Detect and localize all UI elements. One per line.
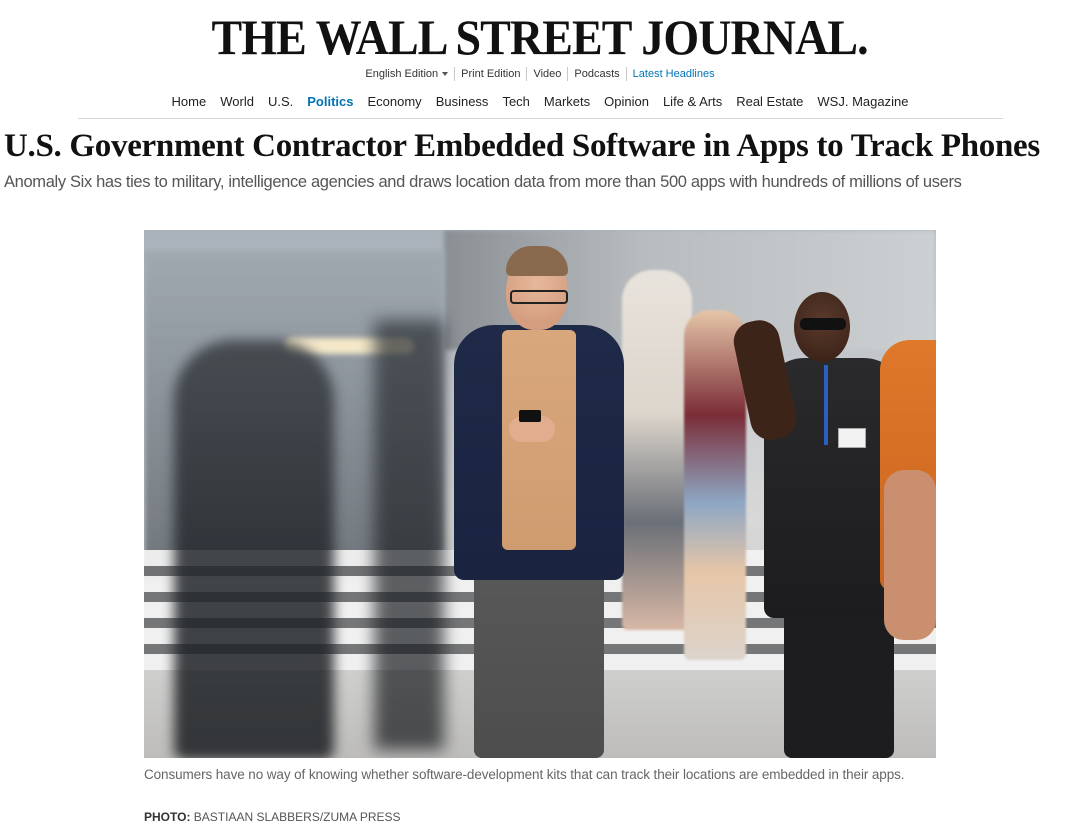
nav-item-world[interactable]: World	[220, 94, 254, 109]
podcasts-link[interactable]: Podcasts	[567, 67, 625, 81]
nav-item-business[interactable]: Business	[436, 94, 489, 109]
image-credit: PHOTO: BASTIAAN SLABBERS/ZUMA PRESS	[144, 809, 944, 825]
photo-right-person-pants	[784, 610, 894, 758]
credit-label: PHOTO:	[144, 810, 191, 824]
photo-blurred-pedestrian	[174, 340, 334, 758]
credit-value: BASTIAAN SLABBERS/ZUMA PRESS	[193, 810, 401, 824]
nav-item-tech[interactable]: Tech	[502, 94, 529, 109]
photo-pedestrian-girl	[684, 310, 746, 660]
edition-selector[interactable]: English Edition	[359, 67, 454, 81]
article-dek: Anomaly Six has ties to military, intell…	[4, 173, 962, 191]
nav-item-us[interactable]: U.S.	[268, 94, 293, 109]
main-nav: Home World U.S. Politics Economy Business Tech…	[0, 94, 1080, 109]
nav-item-economy[interactable]: Economy	[367, 94, 421, 109]
nav-item-life-arts[interactable]: Life & Arts	[663, 94, 722, 109]
latest-headlines-link[interactable]: Latest Headlines	[625, 67, 721, 81]
image-caption: Consumers have no way of knowing whether…	[144, 767, 905, 782]
caret-down-icon	[442, 72, 449, 77]
photo-id-badge	[838, 428, 866, 448]
photo-pedestrian-background	[622, 270, 692, 630]
nav-divider	[78, 118, 1003, 119]
article-hero-image[interactable]	[144, 230, 936, 758]
photo-lanyard	[824, 365, 828, 445]
nav-item-home[interactable]: Home	[172, 94, 207, 109]
edition-bar: English Edition Print Edition Video Podcast…	[0, 67, 1080, 81]
edition-label: English Edition	[365, 68, 439, 80]
nav-item-markets[interactable]: Markets	[544, 94, 590, 109]
nav-item-wsj-magazine[interactable]: WSJ. Magazine	[817, 94, 908, 109]
wsj-logo[interactable]: THE WALL STREET JOURNAL.	[212, 8, 869, 66]
masthead: THE WALL STREET JOURNAL.	[0, 8, 1080, 66]
photo-edge-person-arm	[884, 470, 936, 640]
video-link[interactable]: Video	[526, 67, 567, 81]
photo-blurred-pedestrian-2	[374, 320, 444, 750]
photo-sunglasses	[800, 318, 846, 330]
photo-phone	[519, 410, 541, 422]
print-edition-link[interactable]: Print Edition	[454, 67, 526, 81]
photo-main-person-glasses	[510, 290, 568, 304]
nav-item-politics[interactable]: Politics	[307, 94, 353, 109]
nav-item-real-estate[interactable]: Real Estate	[736, 94, 803, 109]
article-headline: U.S. Government Contractor Embedded Soft…	[4, 128, 1040, 164]
nav-item-opinion[interactable]: Opinion	[604, 94, 649, 109]
